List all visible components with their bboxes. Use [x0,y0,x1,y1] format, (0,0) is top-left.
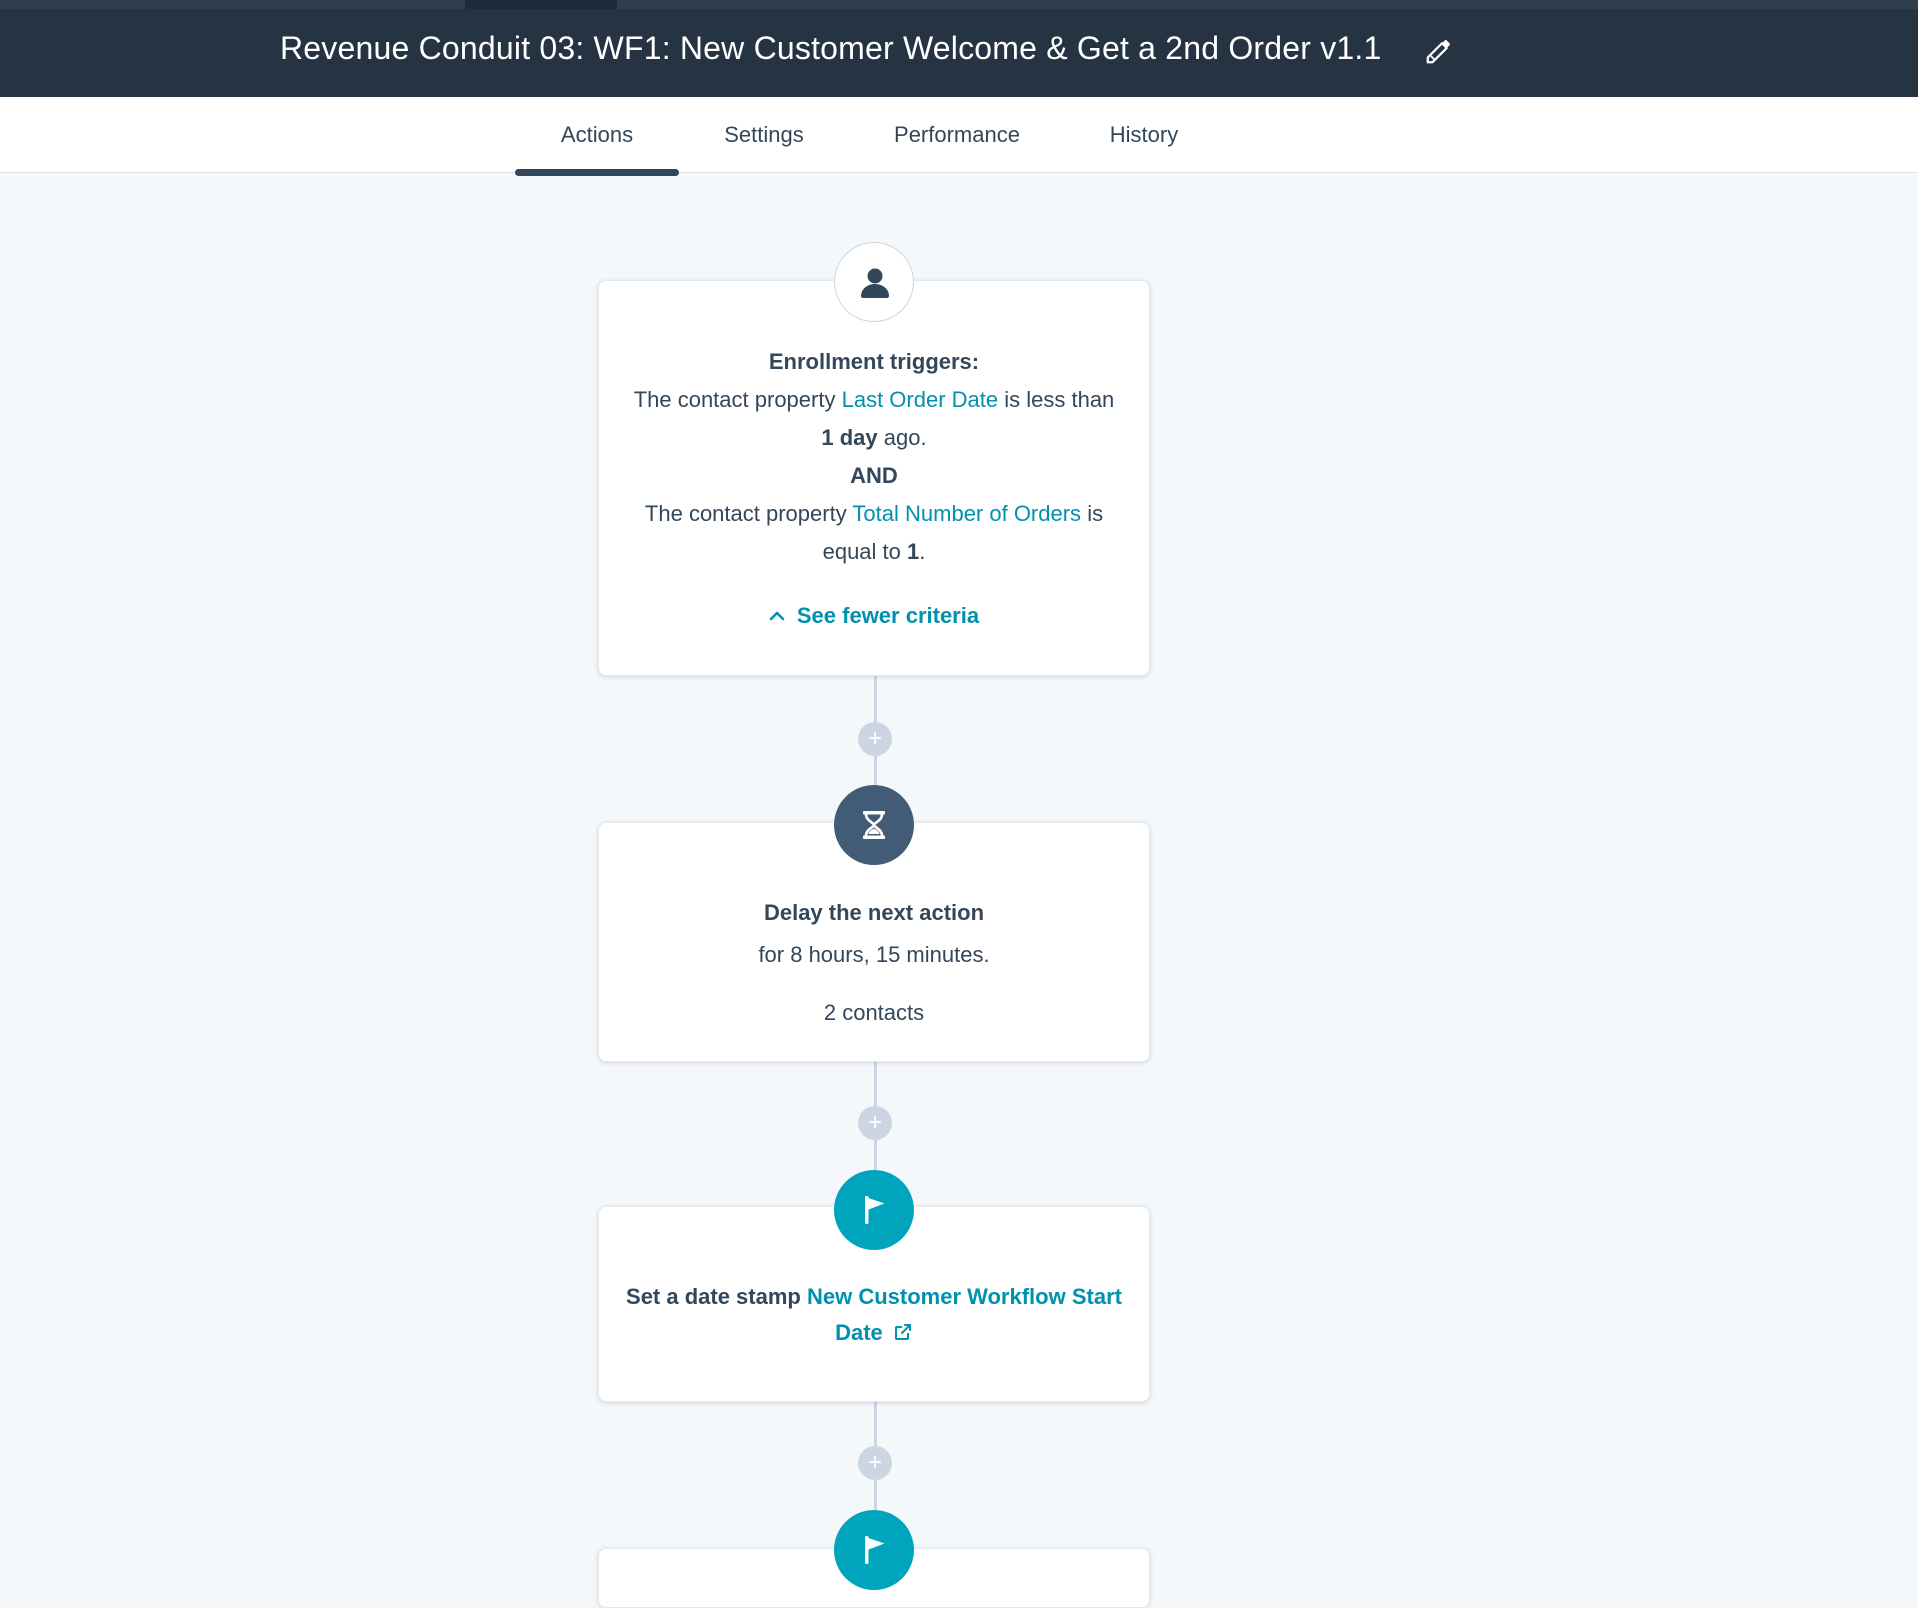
criterion-1-value: 1 day [821,425,878,450]
add-action-button[interactable]: + [858,1106,892,1140]
criterion-2-value: 1 [907,539,920,564]
tab-performance[interactable]: Performance [880,97,1034,172]
external-link-icon[interactable] [893,1322,913,1342]
date-stamp-property-link[interactable]: New Customer Workflow Start [807,1284,1122,1309]
pencil-icon [1426,40,1450,64]
criterion-1-suffix: ago. [883,425,927,450]
tab-history[interactable]: History [1090,97,1198,172]
add-action-button[interactable]: + [858,1446,892,1480]
workflow-header: Revenue Conduit 03: WF1: New Customer We… [0,0,1918,97]
enrollment-trigger-card[interactable]: Enrollment triggers: The contact propert… [598,280,1150,676]
delay-badge [834,785,914,865]
criterion-1: The contact property Last Order Date is … [599,381,1149,457]
chevron-up-icon [769,611,785,621]
criteria-join: AND [850,463,898,488]
workflow-title[interactable]: Revenue Conduit 03: WF1: New Customer We… [280,30,1382,67]
enrollment-trigger-badge [834,242,914,322]
flag-icon [865,1536,885,1564]
date-stamp-heading: Set a date stamp [626,1284,801,1309]
delay-contacts-count[interactable]: 2 contacts [599,999,1149,1027]
top-strip-segment [465,0,617,9]
enrollment-heading: Enrollment triggers: [768,349,980,374]
property-link-last-order-date[interactable]: Last Order Date [842,387,999,412]
criterion-2-suffix: . [919,539,926,564]
criterion-2-operator-cont: equal to [822,539,901,564]
property-link-total-orders[interactable]: Total Number of Orders [852,501,1081,526]
flag-icon [865,1196,885,1224]
date-stamp-badge [834,1170,914,1250]
add-action-button[interactable]: + [858,722,892,756]
next-action-badge [834,1510,914,1590]
edit-title-button[interactable] [1424,36,1454,66]
person-icon [861,268,889,298]
criterion-2: The contact property Total Number of Ord… [599,495,1149,571]
date-stamp-property-link-cont[interactable]: Date [835,1320,883,1345]
delay-heading: Delay the next action [763,900,985,925]
top-strip [0,0,1918,9]
see-fewer-criteria-label: See fewer criteria [796,603,980,628]
tab-actions[interactable]: Actions [515,97,679,176]
tab-settings[interactable]: Settings [700,97,828,172]
see-fewer-criteria-link[interactable]: See fewer criteria [599,597,1149,635]
hourglass-icon [863,811,885,839]
criterion-1-operator: is less than [1004,387,1115,412]
criterion-1-prefix: The contact property [633,387,836,412]
delay-duration: for 8 hours, 15 minutes. [758,942,990,967]
tab-bar: Actions Settings Performance History [0,97,1918,176]
criterion-2-operator: is [1087,501,1104,526]
criterion-2-prefix: The contact property [644,501,847,526]
